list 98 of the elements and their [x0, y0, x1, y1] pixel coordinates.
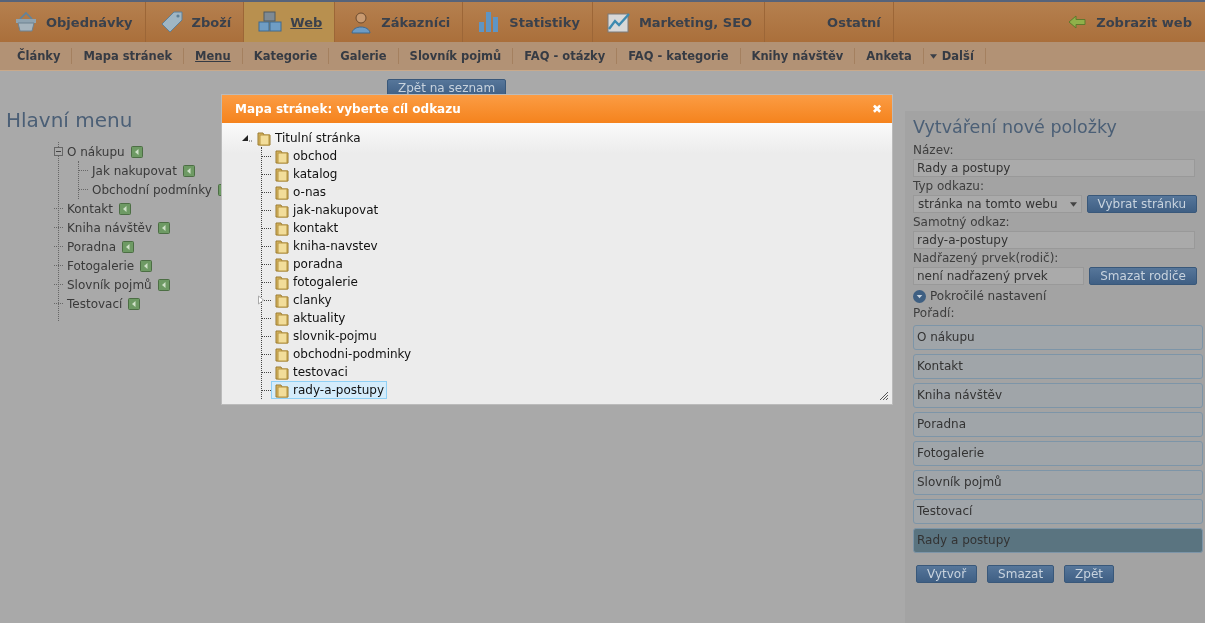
menu-item[interactable]: O nákupu	[67, 144, 125, 159]
folder-icon	[274, 328, 290, 344]
order-item[interactable]: Poradna	[913, 412, 1203, 437]
tree-item[interactable]: aktuality	[271, 309, 349, 327]
folder-icon	[274, 310, 290, 326]
dialog-title: Mapa stránek: vyberte cíl odkazu	[235, 102, 461, 116]
folder-icon	[274, 202, 290, 218]
folder-icon	[274, 364, 290, 380]
resize-grip-icon[interactable]	[879, 391, 889, 401]
field-label: Typ odkazu:	[913, 178, 985, 195]
subnav-tab[interactable]: Slovník pojmů	[398, 48, 514, 64]
order-item[interactable]: O nákupu	[913, 325, 1203, 350]
tree-item[interactable]: o-nas	[271, 183, 330, 201]
order-item[interactable]: Fotogalerie	[913, 441, 1203, 466]
tree-item[interactable]: obchod	[271, 147, 341, 165]
folder-icon	[274, 292, 290, 308]
folder-icon	[274, 166, 290, 182]
folder-icon	[274, 382, 290, 398]
caret-icon	[1069, 201, 1077, 207]
parent-field[interactable]: není nadřazený prvek	[913, 267, 1085, 285]
form-button[interactable]: Vytvoř	[916, 565, 978, 583]
subnav-tab[interactable]: Anketa	[855, 48, 924, 64]
caret-icon	[929, 53, 937, 59]
expand-arrow-icon[interactable]	[258, 295, 264, 305]
subnav-tab[interactable]: Menu	[184, 48, 243, 64]
folder-icon	[274, 220, 290, 236]
folder-icon	[274, 184, 290, 200]
tree-item[interactable]: katalog	[271, 165, 341, 183]
tree-item[interactable]: poradna	[271, 255, 346, 273]
view-site-link[interactable]: Zobrazit web	[1068, 2, 1205, 42]
move-left-icon[interactable]	[128, 297, 141, 310]
subnav-tab[interactable]: Články	[6, 48, 73, 64]
order-item[interactable]: Rady a postupy	[913, 528, 1203, 553]
tree-item[interactable]: fotogalerie	[271, 273, 361, 291]
name-field[interactable]: Rady a postupy	[913, 159, 1195, 177]
menu-item[interactable]: Obchodní podmínky	[92, 182, 212, 197]
tree-item[interactable]: testovaci	[271, 363, 351, 381]
tree-item[interactable]: jak-nakupovat	[271, 201, 382, 219]
menu-item[interactable]: Jak nakupovat	[92, 163, 177, 178]
tree-item[interactable]: Titulní stránka	[275, 131, 361, 145]
folder-icon	[274, 346, 290, 362]
move-left-icon[interactable]	[118, 202, 131, 215]
form-button[interactable]: Smazat	[987, 565, 1055, 583]
boxes-icon	[258, 10, 283, 34]
subnav-tab[interactable]: FAQ - otázky	[513, 48, 618, 64]
tree-item[interactable]: kniha-navstev	[271, 237, 381, 255]
basket-icon	[14, 10, 38, 34]
pick-page-button[interactable]: Vybrat stránku	[1086, 195, 1197, 213]
advanced-settings-link[interactable]: Pokročilé nastavení	[930, 289, 1047, 303]
move-left-icon[interactable]	[182, 164, 195, 177]
folder-icon	[274, 274, 290, 290]
tree-item[interactable]: rady-a-postupy	[271, 381, 388, 399]
folder-icon	[274, 256, 290, 272]
move-left-icon[interactable]	[122, 240, 134, 253]
nav-tab[interactable]: Web	[244, 2, 336, 42]
order-item[interactable]: Slovník pojmů	[913, 470, 1203, 495]
menu-item[interactable]: Testovací	[67, 296, 123, 311]
link-type-dropdown[interactable]: stránka na tomto webu	[913, 195, 1082, 213]
clear-parent-button[interactable]: Smazat rodiče	[1089, 267, 1197, 285]
collapse-icon[interactable]	[54, 147, 63, 156]
subnav-tab[interactable]: Mapa stránek	[72, 48, 185, 64]
left-arrow-icon	[1068, 15, 1087, 29]
subnav-tab[interactable]: Knihy návštěv	[740, 48, 856, 64]
move-left-icon[interactable]	[140, 259, 153, 272]
menu-item[interactable]: Kniha návštěv	[67, 220, 153, 235]
subnav-tab[interactable]: FAQ - kategorie	[617, 48, 741, 64]
expanded-icon[interactable]	[241, 133, 253, 143]
tree-item[interactable]: clanky	[271, 291, 335, 309]
move-left-icon[interactable]	[158, 221, 171, 234]
move-left-icon[interactable]	[157, 278, 170, 291]
menu-item[interactable]: Slovník pojmů	[67, 277, 152, 292]
subnav-tab[interactable]: Galerie	[329, 48, 399, 64]
field-label: Samotný odkaz:	[913, 214, 1011, 231]
subnav-tab[interactable]: Kategorie	[242, 48, 330, 64]
link-field[interactable]: rady-a-postupy	[913, 231, 1195, 249]
order-item[interactable]: Kniha návštěv	[913, 383, 1203, 408]
tree-item[interactable]: slovnik-pojmu	[271, 327, 380, 345]
tree-item[interactable]: obchodni-podminky	[271, 345, 415, 363]
tree-item[interactable]: kontakt	[271, 219, 342, 237]
menu-item[interactable]: Kontakt	[67, 201, 113, 216]
field-label: Nadřazený prvek(rodič):	[913, 250, 1060, 267]
folder-icon	[274, 148, 290, 164]
tag-icon	[159, 10, 184, 34]
more-menu[interactable]: Další	[923, 48, 986, 64]
expand-icon[interactable]	[913, 289, 926, 303]
menu-item[interactable]: Poradna	[67, 239, 116, 254]
folder-icon	[256, 130, 272, 146]
person-icon	[349, 10, 374, 34]
form-title: Vytváření nové položky	[913, 117, 1118, 137]
menu-item[interactable]: Fotogalerie	[67, 258, 135, 273]
order-item[interactable]: Testovací	[913, 499, 1203, 524]
field-label: Název:	[913, 142, 955, 159]
order-item[interactable]: Kontakt	[913, 354, 1203, 379]
form-button[interactable]: Zpět	[1064, 565, 1115, 583]
field-label: Pořadí:	[913, 305, 956, 322]
line-chart-icon	[606, 10, 631, 34]
move-left-icon[interactable]	[130, 145, 143, 158]
folder-icon	[274, 238, 290, 254]
